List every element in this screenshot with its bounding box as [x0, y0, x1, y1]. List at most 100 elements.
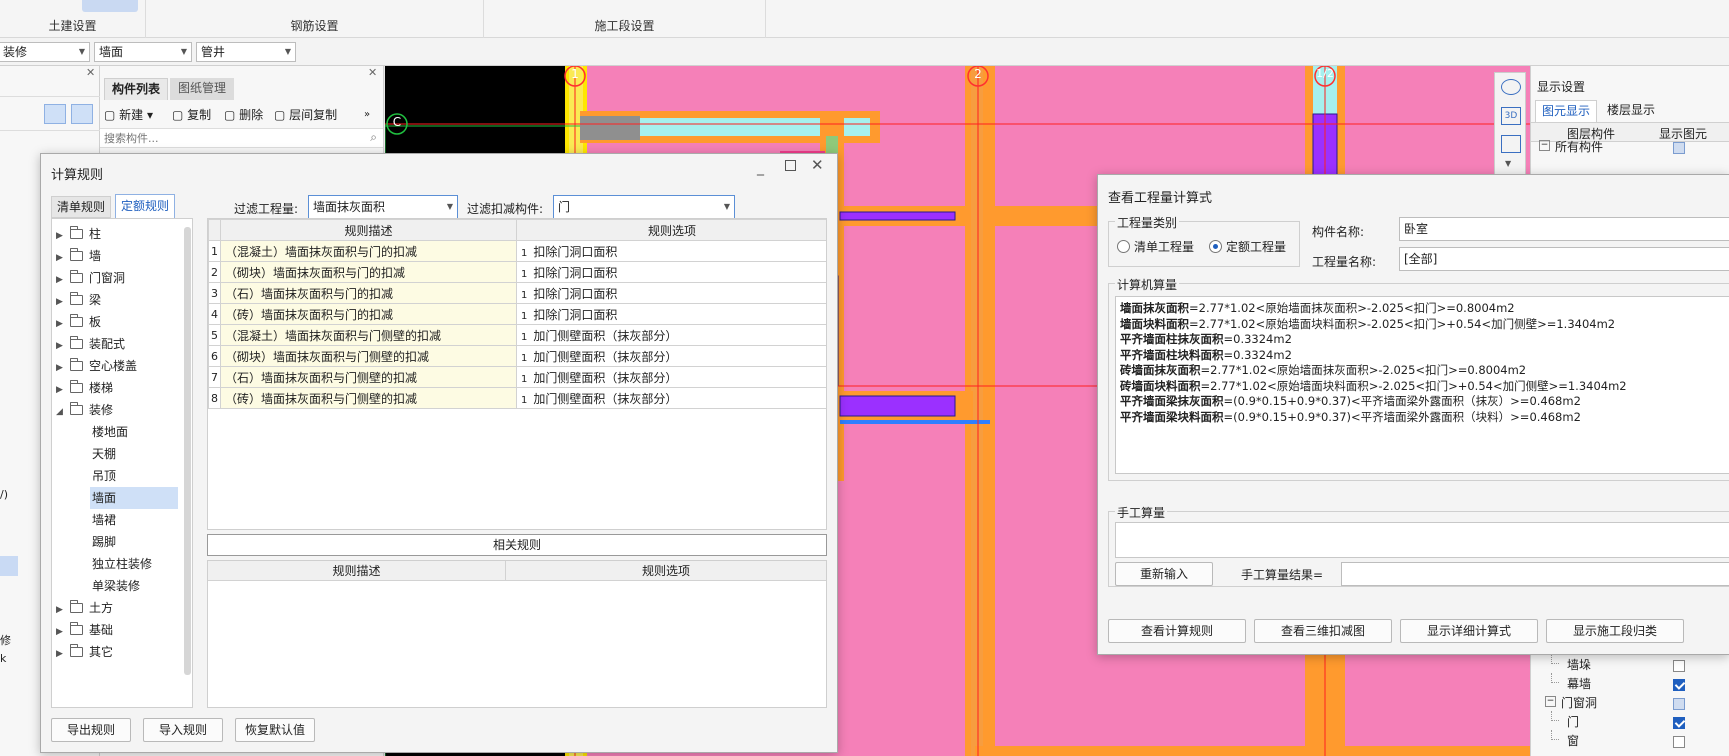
layer-checkbox[interactable]	[1673, 716, 1685, 729]
tree-item[interactable]: ▶ 门窗洞	[56, 267, 125, 289]
floor-copy-button[interactable]: ▢ 层间复制	[274, 104, 337, 126]
layer-checkbox[interactable]	[1673, 678, 1685, 691]
rule-option-cell[interactable]: 1 扣除门洞口面积	[516, 240, 826, 262]
tree-item[interactable]: ▶ 装配式	[56, 333, 125, 355]
search-icon[interactable]: ⌕	[370, 130, 377, 145]
tree-child-item[interactable]: 独立柱装修	[90, 553, 178, 575]
minimize-icon[interactable]: _	[757, 160, 764, 176]
collapse-arrow-icon[interactable]: ◢	[56, 401, 70, 423]
layer-row[interactable]: 幕墙	[1531, 673, 1729, 693]
table-row[interactable]: 2 （砌块）墙面抹灰面积与门的扣减 1 扣除门洞口面积	[208, 261, 826, 283]
tab-drawing-management[interactable]: 图纸管理	[170, 78, 234, 100]
category-select[interactable]: 装修 ▼	[0, 42, 90, 62]
expand-arrow-icon[interactable]: ▶	[56, 357, 70, 379]
tree-child-item[interactable]: 楼地面	[90, 421, 178, 443]
computer-quantity-text[interactable]: 墙面抹灰面积=2.77*1.02<原始墙面抹灰面积>-2.025<扣门>=0.8…	[1115, 296, 1729, 474]
tab-quota-rules[interactable]: 定额规则	[115, 194, 175, 218]
chevron-down-icon[interactable]: ▼	[1505, 159, 1511, 168]
tab-bill-rules[interactable]: 清单规则	[51, 196, 111, 218]
expand-arrow-icon[interactable]: ▶	[56, 291, 70, 313]
tree-child-item[interactable]: 单梁装修	[90, 575, 178, 597]
layer-row[interactable]: − 门窗洞	[1531, 692, 1729, 712]
tree-item[interactable]: ◢ 装修	[56, 399, 113, 421]
collapse-icon[interactable]: −	[1539, 140, 1550, 151]
expand-arrow-icon[interactable]: ▶	[56, 379, 70, 401]
new-button[interactable]: ▢ 新建 ▾	[104, 104, 153, 126]
tree-item[interactable]: ▶ 空心楼盖	[56, 355, 137, 377]
table-row[interactable]: 8 （砖）墙面抹灰面积与门侧壁的扣减 1 加门侧壁面积（抹灰部分）	[208, 387, 826, 409]
tree-item[interactable]: ▶ 基础	[56, 619, 113, 641]
restore-defaults-button[interactable]: 恢复默认值	[235, 718, 315, 742]
quantity-name-field[interactable]: [全部]	[1399, 247, 1729, 271]
table-row[interactable]: 4 （砖）墙面抹灰面积与门的扣减 1 扣除门洞口面积	[208, 303, 826, 325]
table-row[interactable]: 6 （砌块）墙面抹灰面积与门侧壁的扣减 1 加门侧壁面积（抹灰部分）	[208, 345, 826, 367]
close-icon[interactable]: ✕	[86, 66, 95, 79]
search-input[interactable]	[100, 129, 340, 147]
radio-quota-quantity[interactable]: 定额工程量	[1209, 238, 1286, 255]
collapse-icon[interactable]: −	[1545, 696, 1556, 707]
maximize-icon[interactable]	[785, 160, 796, 171]
view-3d-deduction-button[interactable]: 查看三维扣减图	[1254, 619, 1392, 643]
copy-button[interactable]: ▢ 复制	[172, 104, 211, 126]
expand-arrow-icon[interactable]: ▶	[56, 621, 70, 643]
table-row[interactable]: 5 （混凝土）墙面抹灰面积与门侧壁的扣减 1 加门侧壁面积（抹灰部分）	[208, 324, 826, 346]
tree-child-item[interactable]: 墙裙	[90, 509, 178, 531]
show-detailed-formula-button[interactable]: 显示详细计算式	[1400, 619, 1538, 643]
layer-row[interactable]: 窗	[1531, 730, 1729, 750]
3d-view-icon[interactable]: 3D	[1501, 107, 1521, 125]
related-rules-bar[interactable]: 相关规则	[207, 534, 827, 556]
manual-quantity-input[interactable]	[1115, 522, 1729, 558]
delete-button[interactable]: ▢ 删除	[224, 104, 263, 126]
tree-child-item[interactable]: 踢脚	[90, 531, 178, 553]
rule-option-cell[interactable]: 1 加门侧壁面积（抹灰部分）	[516, 324, 826, 346]
tab-component-list[interactable]: 构件列表	[104, 78, 168, 100]
component-type-select[interactable]: 墙面 ▼	[94, 42, 192, 62]
layer-checkbox[interactable]	[1673, 141, 1685, 154]
close-icon[interactable]: ✕	[811, 156, 824, 174]
tree-child-item[interactable]: 吊顶	[90, 465, 178, 487]
expand-arrow-icon[interactable]: ▶	[56, 599, 70, 621]
expand-arrow-icon[interactable]: ▶	[56, 247, 70, 269]
component-name-field[interactable]: 卧室	[1399, 217, 1729, 241]
tree-item[interactable]: ▶ 墙	[56, 245, 101, 267]
ribbon-group-civil[interactable]: 土建设置	[0, 0, 146, 38]
import-rules-button[interactable]: 导入规则	[143, 718, 223, 742]
close-icon[interactable]: ✕	[368, 66, 377, 79]
tree-item[interactable]: ▶ 板	[56, 311, 101, 333]
expand-arrow-icon[interactable]: ▶	[56, 313, 70, 335]
rotate-view-icon[interactable]	[1501, 79, 1521, 95]
ribbon-group-stage[interactable]: 施工段设置	[484, 0, 766, 38]
expand-arrow-icon[interactable]: ▶	[56, 225, 70, 247]
ribbon-group-rebar[interactable]: 钢筋设置	[146, 0, 484, 38]
layer-checkbox[interactable]	[1673, 735, 1685, 748]
search-box[interactable]: ⌕	[100, 128, 383, 148]
rule-option-cell[interactable]: 1 加门侧壁面积（抹灰部分）	[516, 387, 826, 409]
table-row[interactable]: 7 （石）墙面抹灰面积与门侧壁的扣减 1 加门侧壁面积（抹灰部分）	[208, 366, 826, 388]
radio-bill-quantity[interactable]: 清单工程量	[1117, 238, 1194, 255]
show-stage-classification-button[interactable]: 显示施工段归类	[1546, 619, 1684, 643]
detail-view-icon[interactable]	[71, 104, 93, 124]
filter-deduct-select[interactable]: 门 ▼	[553, 195, 735, 219]
layer-row[interactable]: 墙垛	[1531, 654, 1729, 674]
view-calc-rules-button[interactable]: 查看计算规则	[1108, 619, 1246, 643]
more-icon[interactable]: »	[364, 104, 370, 126]
tree-item[interactable]: ▶ 柱	[56, 223, 101, 245]
table-row[interactable]: 3 （石）墙面抹灰面积与门的扣减 1 扣除门洞口面积	[208, 282, 826, 304]
rule-option-cell[interactable]: 1 加门侧壁面积（抹灰部分）	[516, 345, 826, 367]
component-select[interactable]: 管井 ▼	[196, 42, 296, 62]
tab-element-display[interactable]: 图元显示	[1535, 100, 1597, 122]
tree-item[interactable]: ▶ 其它	[56, 641, 113, 663]
tree-child-item[interactable]: 天棚	[90, 443, 178, 465]
expand-arrow-icon[interactable]: ▶	[56, 269, 70, 291]
expand-arrow-icon[interactable]: ▶	[56, 335, 70, 357]
tree-scrollbar[interactable]	[184, 227, 191, 675]
rule-option-cell[interactable]: 1 扣除门洞口面积	[516, 261, 826, 283]
layer-row[interactable]: 门	[1531, 711, 1729, 731]
reenter-button[interactable]: 重新输入	[1115, 562, 1213, 586]
tree-item[interactable]: ▶ 梁	[56, 289, 101, 311]
rule-option-cell[interactable]: 1 加门侧壁面积（抹灰部分）	[516, 366, 826, 388]
tree-item[interactable]: ▶ 楼梯	[56, 377, 113, 399]
table-row[interactable]: 1 （混凝土）墙面抹灰面积与门的扣减 1 扣除门洞口面积	[208, 240, 826, 262]
cube-view-icon[interactable]	[1501, 135, 1521, 153]
list-view-icon[interactable]	[44, 104, 66, 124]
